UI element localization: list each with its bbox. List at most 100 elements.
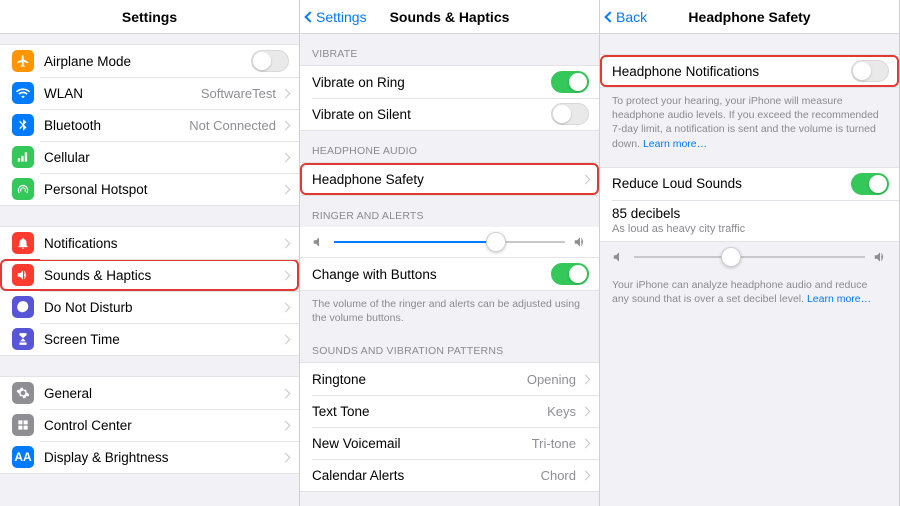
decibel-slider[interactable] (634, 256, 865, 258)
general-icon (12, 382, 34, 404)
section-header: VIBRATE (300, 34, 599, 65)
volume-high-icon (873, 250, 887, 264)
cell-group: Change with Buttons (300, 257, 599, 291)
decibel-caption: As loud as heavy city traffic (612, 223, 889, 235)
back-button[interactable]: Settings (306, 9, 367, 25)
nav-title: Settings (122, 9, 177, 25)
chevron-right-icon (281, 184, 291, 194)
settings-row-control-center[interactable]: Control Center (0, 409, 299, 441)
display-icon: AA (12, 446, 34, 468)
settings-row-do-not-disturb[interactable]: Do Not Disturb (0, 291, 299, 323)
cell-value: Tri-tone (532, 436, 576, 451)
decibel-value: 85 decibels (612, 206, 889, 221)
cell-label: Personal Hotspot (44, 182, 282, 197)
settings-row-sounds-haptics[interactable]: Sounds & Haptics (0, 259, 299, 291)
settings-row-display-brightness[interactable]: AADisplay & Brightness (0, 441, 299, 473)
sounds-icon (12, 264, 34, 286)
toggle-switch[interactable] (851, 60, 889, 82)
nav-title: Sounds & Haptics (390, 9, 510, 25)
screentime-icon (12, 328, 34, 350)
chevron-right-icon (281, 120, 291, 130)
cell-label: Calendar Alerts (312, 468, 541, 483)
cellular-icon (12, 146, 34, 168)
chevron-right-icon (281, 88, 291, 98)
cell-value: Opening (527, 372, 576, 387)
cell-label: WLAN (44, 86, 201, 101)
cell-label: New Voicemail (312, 436, 532, 451)
cell-label: Change with Buttons (312, 267, 551, 282)
row-vibrate-on-silent[interactable]: Vibrate on Silent (300, 98, 599, 130)
settings-row-screen-time[interactable]: Screen Time (0, 323, 299, 355)
ringer-volume-slider-row (300, 227, 599, 257)
chevron-left-icon (304, 11, 315, 22)
navbar: Settings Sounds & Haptics (300, 0, 599, 34)
chevron-right-icon (581, 406, 591, 416)
chevron-right-icon (281, 302, 291, 312)
cell-label: Screen Time (44, 332, 282, 347)
row-ringtone[interactable]: RingtoneOpening (300, 363, 599, 395)
toggle-switch[interactable] (851, 173, 889, 195)
settings-row-bluetooth[interactable]: BluetoothNot Connected (0, 109, 299, 141)
cell-value: SoftwareTest (201, 86, 276, 101)
toggle-switch[interactable] (551, 71, 589, 93)
headphone-safety-pane: Back Headphone Safety Headphone Notifica… (600, 0, 900, 506)
cell-label: Cellular (44, 150, 282, 165)
learn-more-link[interactable]: Learn more… (807, 293, 871, 305)
cell-label: Headphone Notifications (612, 64, 851, 79)
reduce-loud-footer: Your iPhone can analyze headphone audio … (600, 272, 899, 312)
back-button[interactable]: Back (606, 9, 647, 25)
cell-label: Reduce Loud Sounds (612, 176, 851, 191)
cell-value: Not Connected (189, 118, 276, 133)
decibel-slider-row (600, 242, 899, 272)
back-label: Back (616, 9, 647, 25)
cell-label: Bluetooth (44, 118, 189, 133)
chevron-right-icon (581, 438, 591, 448)
toggle-switch[interactable] (551, 103, 589, 125)
settings-row-general[interactable]: General (0, 377, 299, 409)
settings-row-wlan[interactable]: WLANSoftwareTest (0, 77, 299, 109)
chevron-left-icon (604, 11, 615, 22)
cell-value: Chord (541, 468, 576, 483)
chevron-right-icon (581, 470, 591, 480)
toggle-switch[interactable] (251, 50, 289, 72)
cell-label: Sounds & Haptics (44, 268, 282, 283)
cell-label: Notifications (44, 236, 282, 251)
row-headphone-safety[interactable]: Headphone Safety (300, 163, 599, 195)
chevron-right-icon (281, 334, 291, 344)
row-new-voicemail[interactable]: New VoicemailTri-tone (300, 427, 599, 459)
cell-label: Ringtone (312, 372, 527, 387)
nav-title: Headphone Safety (688, 9, 810, 25)
chevron-right-icon (281, 420, 291, 430)
section-footer: The volume of the ringer and alerts can … (300, 291, 599, 331)
chevron-right-icon (281, 238, 291, 248)
settings-row-cellular[interactable]: Cellular (0, 141, 299, 173)
settings-group: General Control Center AADisplay & Brightn… (0, 376, 299, 474)
section-header: RINGER AND ALERTS (300, 196, 599, 227)
cell-label: Headphone Safety (312, 172, 582, 187)
settings-pane: Settings Airplane ModeWLANSoftwareTestBl… (0, 0, 300, 506)
cell-label: Do Not Disturb (44, 300, 282, 315)
cell-label: Control Center (44, 418, 282, 433)
notifications-icon (12, 232, 34, 254)
row-calendar-alerts[interactable]: Calendar AlertsChord (300, 459, 599, 491)
row-text-tone[interactable]: Text ToneKeys (300, 395, 599, 427)
chevron-right-icon (281, 270, 291, 280)
section-header: SOUNDS AND VIBRATION PATTERNS (300, 331, 599, 362)
headphone-notifications-row[interactable]: Headphone Notifications (600, 55, 899, 87)
row-vibrate-on-ring[interactable]: Vibrate on Ring (300, 66, 599, 98)
settings-row-airplane-mode[interactable]: Airplane Mode (0, 45, 299, 77)
cell-label: Text Tone (312, 404, 547, 419)
settings-group: Airplane ModeWLANSoftwareTestBluetoothNo… (0, 44, 299, 206)
toggle-switch[interactable] (551, 263, 589, 285)
row-change-with-buttons[interactable]: Change with Buttons (300, 258, 599, 290)
settings-row-notifications[interactable]: Notifications (0, 227, 299, 259)
settings-row-personal-hotspot[interactable]: Personal Hotspot (0, 173, 299, 205)
dnd-icon (12, 296, 34, 318)
reduce-loud-sounds-row[interactable]: Reduce Loud Sounds (600, 168, 899, 200)
wifi-icon (12, 82, 34, 104)
chevron-right-icon (581, 374, 591, 384)
ringer-volume-slider[interactable] (334, 241, 565, 243)
chevron-right-icon (281, 388, 291, 398)
learn-more-link[interactable]: Learn more… (643, 138, 707, 150)
hotspot-icon (12, 178, 34, 200)
